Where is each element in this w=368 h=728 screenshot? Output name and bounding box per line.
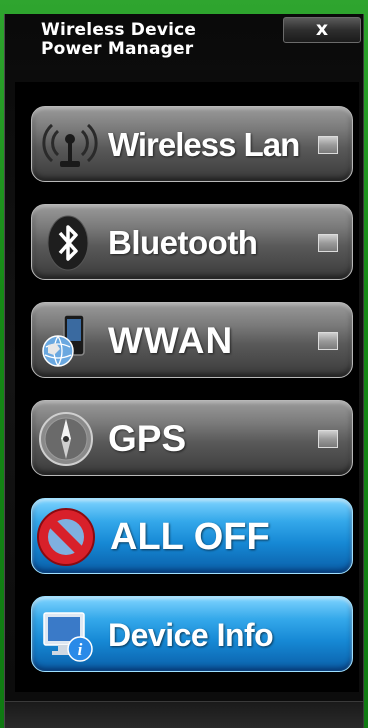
gps-label: GPS (108, 418, 187, 459)
compass-icon (39, 412, 93, 466)
bluetooth-icon (47, 215, 89, 271)
desktop-background: Wireless Device Power Manager x Wireless… (0, 0, 368, 728)
button-panel: Wireless Lan Bluetooth WWAN GPS ALL OFF … (15, 82, 359, 692)
wireless-lan-toggle[interactable] (318, 136, 338, 154)
window-title: Wireless Device Power Manager (41, 20, 197, 59)
device-info-label: Device Info (108, 617, 274, 653)
wwan-button[interactable]: WWAN (31, 302, 353, 378)
window-footer (5, 701, 363, 728)
close-button[interactable]: x (283, 17, 361, 43)
monitor-info-icon: i (43, 612, 93, 662)
power-manager-window: Wireless Device Power Manager x Wireless… (4, 14, 364, 728)
wwan-toggle[interactable] (318, 332, 338, 350)
wwan-label: WWAN (108, 320, 234, 361)
gps-button[interactable]: GPS (31, 400, 353, 476)
bluetooth-button[interactable]: Bluetooth (31, 204, 353, 280)
wireless-lan-button[interactable]: Wireless Lan (31, 106, 353, 182)
wwan-phone-globe-icon (42, 314, 85, 367)
device-info-button[interactable]: i Device Info (31, 596, 353, 672)
svg-text:i: i (78, 640, 83, 659)
bluetooth-toggle[interactable] (318, 234, 338, 252)
bluetooth-label: Bluetooth (108, 224, 258, 261)
all-off-label: ALL OFF (110, 516, 270, 558)
gps-toggle[interactable] (318, 430, 338, 448)
all-off-button[interactable]: ALL OFF (31, 498, 353, 574)
wireless-antenna-icon (42, 123, 98, 167)
no-entry-icon (37, 508, 95, 566)
wireless-lan-label: Wireless Lan (108, 126, 300, 163)
title-bar[interactable]: Wireless Device Power Manager x (5, 14, 363, 78)
